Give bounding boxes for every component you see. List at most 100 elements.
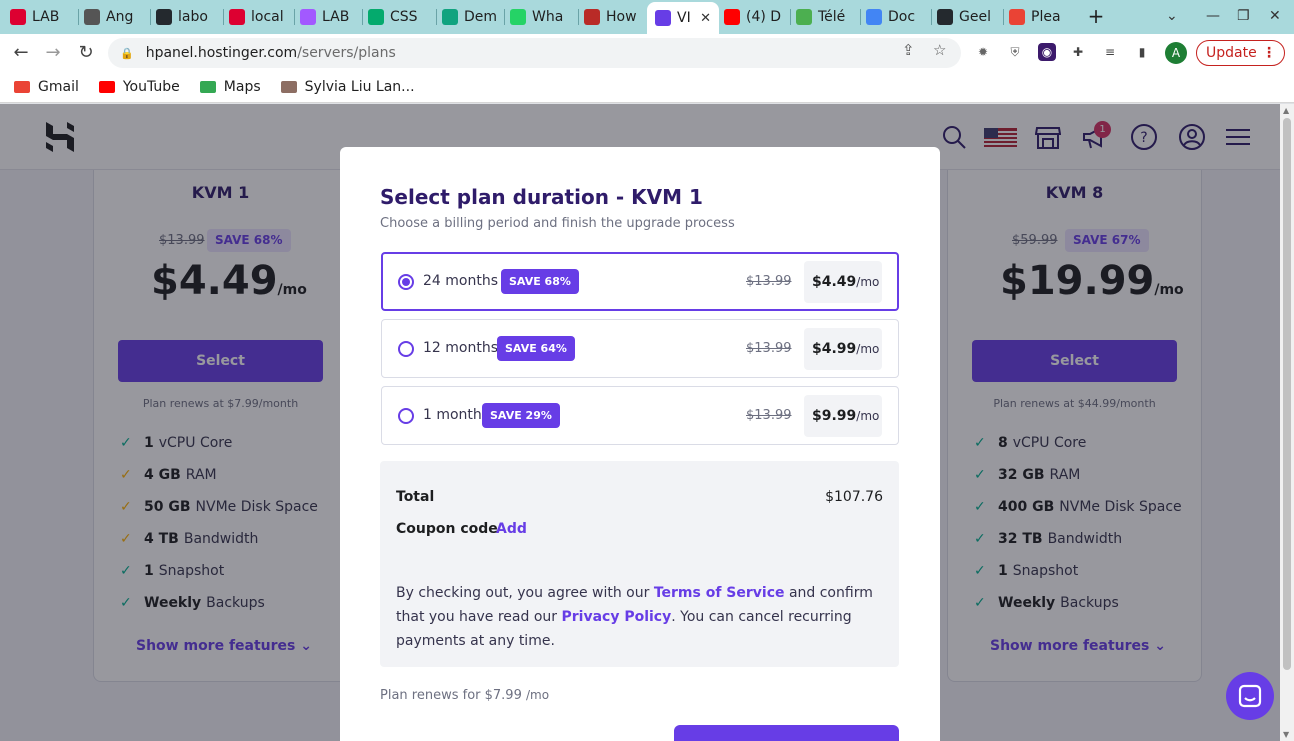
privacy-policy-link[interactable]: Privacy Policy bbox=[561, 609, 671, 625]
terms-of-service-link[interactable]: Terms of Service bbox=[654, 585, 785, 601]
period-price-value: $4.49 bbox=[812, 274, 857, 290]
bookmark-item[interactable]: YouTube bbox=[98, 79, 180, 95]
billing-period-option[interactable]: 12 months SAVE 64% $13.99 $4.99/mo bbox=[381, 319, 899, 378]
modal-title: Select plan duration - KVM 1 bbox=[380, 185, 703, 209]
bookmark-item[interactable]: Gmail bbox=[14, 79, 79, 95]
period-price-unit: /mo bbox=[856, 275, 880, 289]
close-window-icon[interactable]: ✕ bbox=[1269, 8, 1281, 24]
bookmark-favicon-icon bbox=[98, 81, 115, 93]
extensions-puzzle-icon[interactable]: ✚ bbox=[1069, 43, 1087, 61]
tab-title: labo bbox=[178, 9, 208, 25]
radio-button[interactable] bbox=[398, 341, 414, 357]
browser-tab[interactable]: Plea bbox=[1009, 4, 1069, 30]
terms-pre: By checking out, you agree with our bbox=[396, 585, 654, 601]
minimize-icon[interactable]: — bbox=[1206, 8, 1220, 24]
tab-title: Télé bbox=[818, 9, 846, 25]
bookmark-item[interactable]: Sylvia Liu Lan... bbox=[280, 79, 415, 95]
modal-subtitle: Choose a billing period and finish the u… bbox=[380, 216, 735, 231]
renew-footnote-text: Plan renews for $7.99 bbox=[380, 688, 522, 703]
tab-separator bbox=[294, 9, 295, 25]
tab-separator bbox=[78, 9, 79, 25]
add-coupon-link[interactable]: Add bbox=[496, 521, 527, 537]
bookmark-label: Maps bbox=[223, 79, 261, 95]
browser-tab[interactable]: Geel bbox=[937, 4, 997, 30]
tab-title: (4) D bbox=[746, 9, 782, 25]
restore-icon[interactable]: ❐ bbox=[1237, 8, 1250, 24]
chat-support-button[interactable] bbox=[1226, 672, 1274, 720]
page-scrollbar[interactable]: ▲ ▼ bbox=[1280, 104, 1294, 741]
browser-tab[interactable]: labo bbox=[156, 4, 216, 30]
browser-tab[interactable]: Ang bbox=[84, 4, 144, 30]
address-bar[interactable]: 🔒 hpanel.hostinger.com/servers/plans bbox=[108, 38, 961, 68]
forward-icon[interactable]: → bbox=[42, 42, 64, 64]
extension-app-icon[interactable]: ◉ bbox=[1038, 43, 1056, 61]
figma-icon bbox=[300, 9, 316, 25]
period-save-badge: SAVE 64% bbox=[497, 336, 575, 361]
period-price: $4.99/mo bbox=[804, 328, 882, 370]
side-panel-icon[interactable]: ▮ bbox=[1133, 43, 1151, 61]
extension-shield-icon[interactable]: ⛨ bbox=[1006, 43, 1024, 61]
scroll-up-icon[interactable]: ▲ bbox=[1283, 106, 1289, 115]
tab-title: Ang bbox=[106, 9, 134, 25]
profile-avatar[interactable]: A bbox=[1165, 42, 1187, 64]
total-label: Total bbox=[396, 489, 435, 505]
reload-icon[interactable]: ↻ bbox=[75, 42, 97, 64]
browser-tab[interactable]: (4) D bbox=[724, 4, 784, 30]
angular-icon bbox=[10, 9, 26, 25]
download-icon bbox=[796, 9, 812, 25]
browser-tab[interactable]: LAB bbox=[10, 4, 72, 30]
quora-icon bbox=[584, 9, 600, 25]
period-price: $9.99/mo bbox=[804, 395, 882, 437]
share-icon[interactable]: ⇪ bbox=[902, 41, 915, 59]
docs-icon bbox=[866, 9, 882, 25]
coupon-label: Coupon code bbox=[396, 521, 498, 537]
bookmark-favicon-icon bbox=[280, 81, 297, 93]
bookmark-star-icon[interactable]: ☆ bbox=[933, 41, 946, 59]
billing-period-option[interactable]: 24 months SAVE 68% $13.99 $4.49/mo bbox=[381, 252, 899, 311]
tab-title: How bbox=[606, 9, 637, 25]
radio-button[interactable] bbox=[398, 274, 414, 290]
bookmark-favicon-icon bbox=[14, 81, 30, 93]
browser-tab[interactable]: How bbox=[584, 4, 640, 30]
bookmark-item[interactable]: Maps bbox=[199, 79, 261, 95]
period-label: 1 month bbox=[423, 407, 482, 423]
tab-title: CSS bbox=[390, 9, 418, 25]
bookmark-label: YouTube bbox=[122, 79, 180, 95]
browser-tab[interactable]: Wha bbox=[510, 4, 572, 30]
close-tab-icon[interactable]: ✕ bbox=[700, 11, 719, 26]
period-label: 12 months bbox=[423, 340, 498, 356]
update-button[interactable]: Update ⋮ bbox=[1196, 40, 1285, 66]
new-tab-button[interactable]: + bbox=[1086, 6, 1106, 26]
tab-separator bbox=[1003, 9, 1004, 25]
bookmark-label: Gmail bbox=[38, 79, 79, 95]
browser-tab[interactable]: VI ✕ bbox=[647, 2, 719, 34]
chatgpt-icon bbox=[442, 9, 458, 25]
checkout-button[interactable] bbox=[674, 725, 899, 741]
scroll-down-icon[interactable]: ▼ bbox=[1283, 730, 1289, 739]
page-viewport: 1 ? KVM 1 $13.99 SAVE 68% $4.49/mo Selec… bbox=[0, 104, 1280, 741]
browser-tab[interactable]: LAB bbox=[300, 4, 356, 30]
order-summary: Total $107.76 Coupon code Add By checkin… bbox=[380, 461, 899, 667]
media-control-icon[interactable]: ≡ bbox=[1101, 43, 1119, 61]
renew-footnote-unit: /mo bbox=[526, 688, 550, 702]
tab-title: Wha bbox=[532, 9, 564, 25]
extension-bug-icon[interactable]: ✹ bbox=[974, 43, 992, 61]
browser-icon bbox=[84, 9, 100, 25]
scroll-thumb[interactable] bbox=[1283, 118, 1291, 670]
browser-tab[interactable]: Télé bbox=[796, 4, 854, 30]
browser-tab[interactable]: CSS bbox=[368, 4, 430, 30]
back-icon[interactable]: ← bbox=[10, 42, 32, 64]
tab-title: VI bbox=[677, 10, 691, 26]
bookmarks-bar: Gmail YouTube Maps Sylvia Liu Lan... bbox=[0, 72, 1294, 103]
url-path: /servers/plans bbox=[297, 45, 396, 61]
radio-button[interactable] bbox=[398, 408, 414, 424]
browser-tab[interactable]: Dem bbox=[442, 4, 498, 30]
tab-title: LAB bbox=[32, 9, 60, 25]
tab-search-icon[interactable]: ⌄ bbox=[1166, 8, 1178, 24]
browser-tab[interactable]: Doc bbox=[866, 4, 924, 30]
browser-tab[interactable]: local bbox=[229, 4, 289, 30]
billing-period-option[interactable]: 1 month SAVE 29% $13.99 $9.99/mo bbox=[381, 386, 899, 445]
tab-separator bbox=[223, 9, 224, 25]
renew-footnote: Plan renews for $7.99 /mo bbox=[380, 688, 549, 703]
tab-title: Geel bbox=[959, 9, 991, 25]
